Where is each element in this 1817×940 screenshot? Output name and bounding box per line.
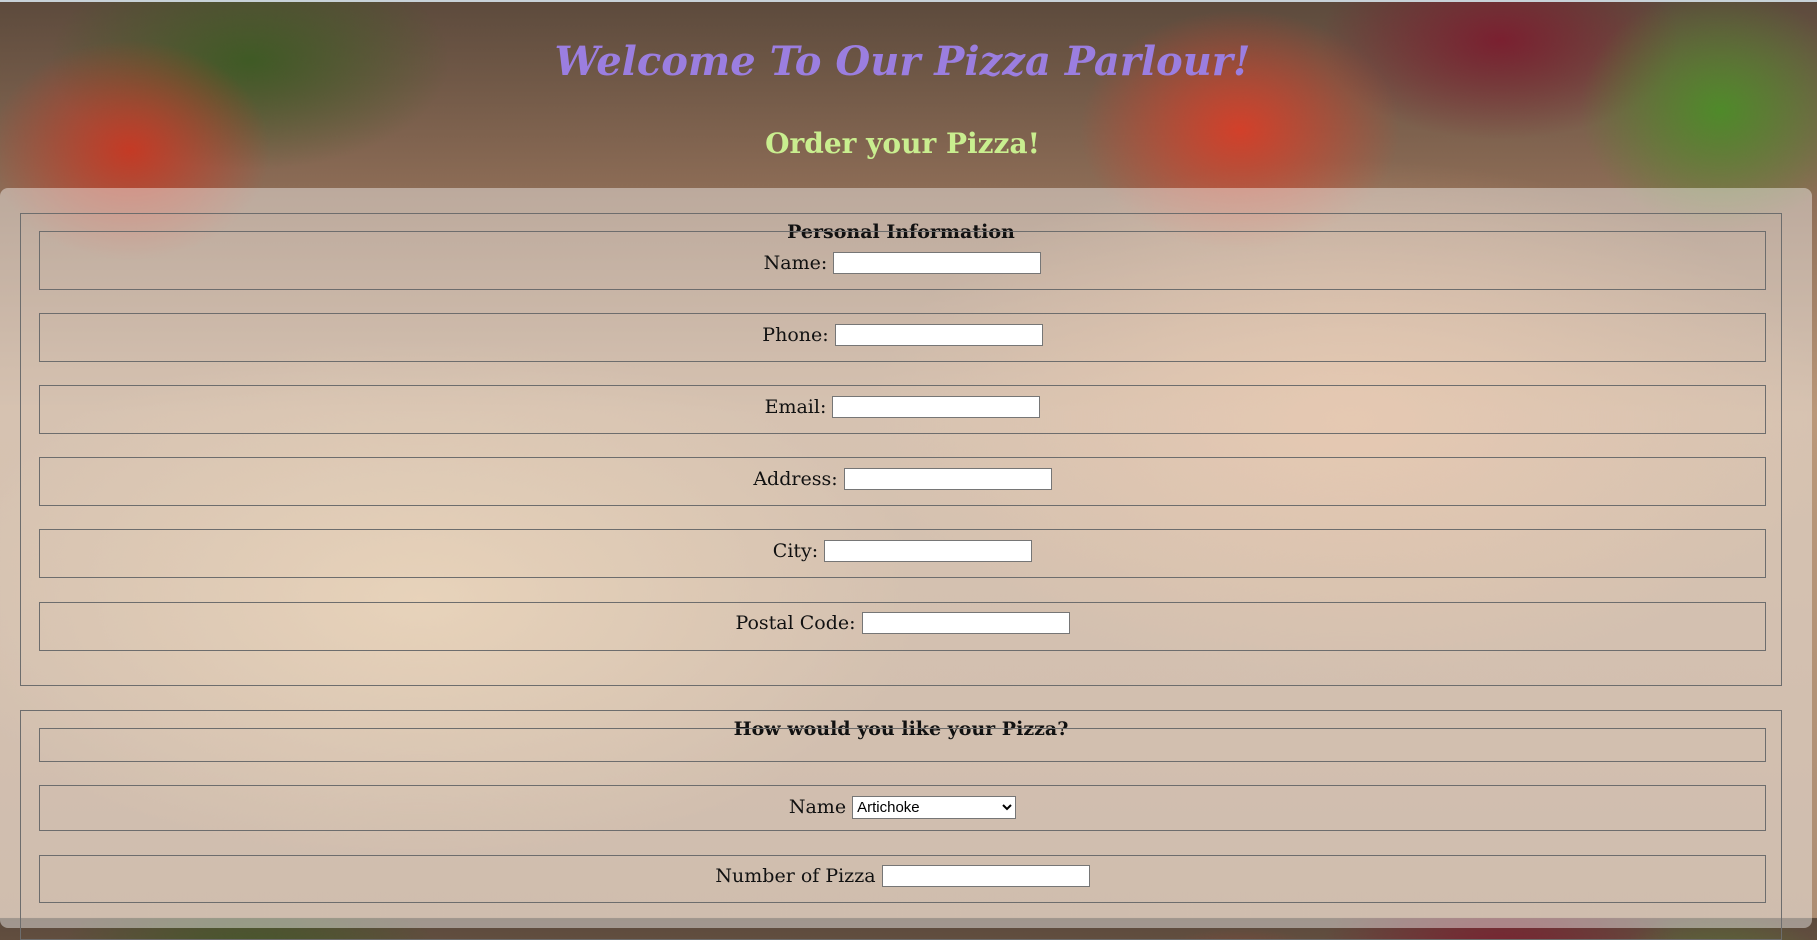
pizza-quantity-field: Number of Pizza (0, 862, 1805, 889)
postal-code-label: Postal Code: (735, 612, 856, 634)
pizza-name-label: Name (788, 796, 847, 818)
address-label: Address: (753, 468, 838, 490)
page-title: Welcome To Our Pizza Parlour! (554, 38, 1251, 85)
pizza-name-field: Name Artichoke (0, 793, 1805, 820)
page-body: { "page": { "title": "Welcome To Our Piz… (0, 0, 1817, 940)
page-subtitle: Order your Pizza! (765, 127, 1040, 160)
address-input[interactable] (843, 468, 1052, 490)
postal-code-input[interactable] (861, 612, 1070, 634)
email-input[interactable] (832, 396, 1041, 418)
pizza-quantity-label: Number of Pizza (715, 865, 876, 887)
city-field: City: (0, 537, 1805, 564)
phone-label: Phone: (762, 324, 829, 346)
email-field: Email: (0, 393, 1805, 420)
name-label: Name: (763, 252, 828, 274)
name-input[interactable] (833, 252, 1042, 274)
email-label: Email: (764, 396, 827, 418)
city-input[interactable] (824, 540, 1033, 562)
pizza-legend-row (39, 728, 1766, 762)
phone-input[interactable] (834, 324, 1043, 346)
pizza-name-select[interactable]: Artichoke (852, 795, 1017, 819)
city-label: City: (772, 540, 819, 562)
window-top-edge (0, 0, 1817, 2)
pizza-quantity-input[interactable] (881, 865, 1090, 887)
name-field: Name: (0, 249, 1805, 276)
phone-field: Phone: (0, 321, 1805, 348)
postal-code-field: Postal Code: (0, 609, 1805, 636)
address-field: Address: (0, 465, 1805, 492)
